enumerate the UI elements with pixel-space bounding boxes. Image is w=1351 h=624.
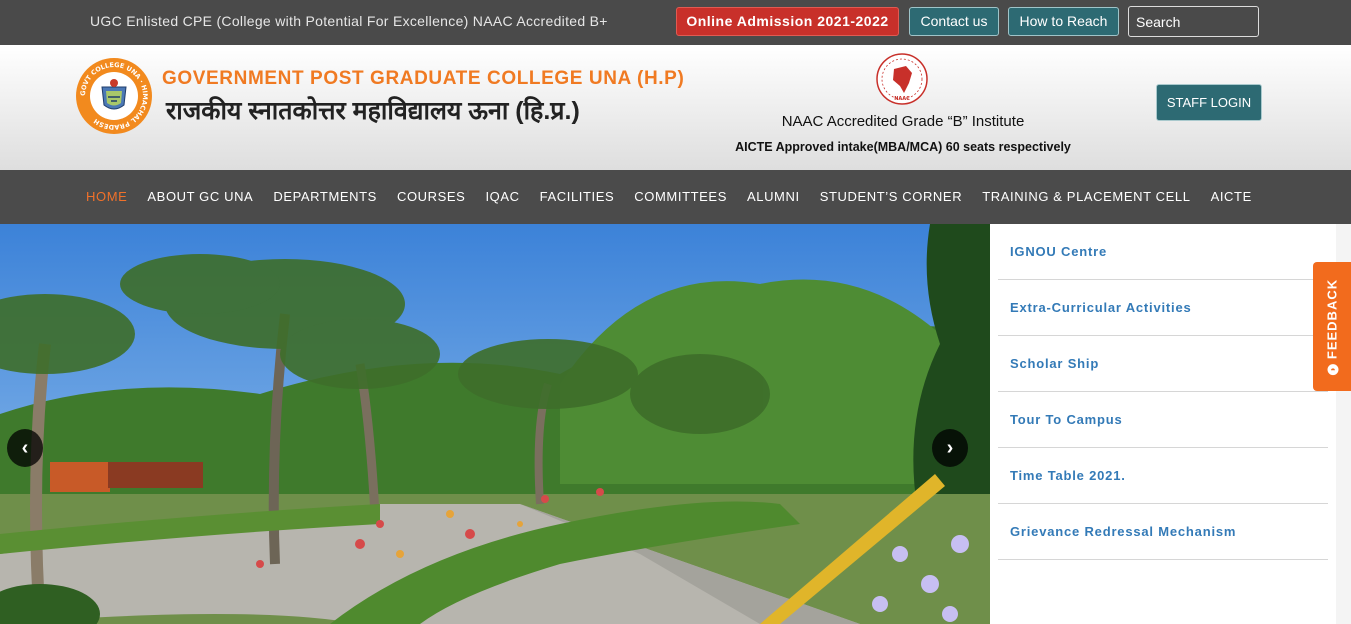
quick-link-scholarship[interactable]: Scholar Ship: [998, 336, 1328, 392]
circle-icon: ◑: [1327, 363, 1339, 375]
nav-item-alumni[interactable]: ALUMNI: [737, 170, 810, 224]
chevron-left-icon: ‹: [21, 437, 29, 459]
aicte-approval-text: AICTE Approved intake(MBA/MCA) 60 seats …: [735, 140, 1071, 154]
nav-item-home[interactable]: HOME: [76, 170, 137, 224]
search-input[interactable]: [1128, 6, 1259, 37]
nav-item-courses[interactable]: COURSES: [387, 170, 476, 224]
nav-item-facilities[interactable]: FACILITIES: [530, 170, 625, 224]
top-bar: UGC Enlisted CPE (College with Potential…: [0, 0, 1351, 45]
feedback-label: FEEDBACK: [1324, 278, 1340, 359]
quick-link-time-table[interactable]: Time Table 2021.: [998, 448, 1328, 504]
naac-accreditation-text: NAAC Accredited Grade “B” Institute: [781, 113, 1025, 130]
nav-item-committees[interactable]: COMMITTEES: [624, 170, 737, 224]
college-name-english: GOVERNMENT POST GRADUATE COLLEGE UNA (H.…: [162, 68, 685, 89]
site-header: GOVT COLLEGE UNA · HIMACHAL PRADESH GOVE…: [0, 45, 1351, 170]
quick-link-extra-curricular[interactable]: Extra-Curricular Activities: [998, 280, 1328, 336]
nav-item-departments[interactable]: DEPARTMENTS: [263, 170, 387, 224]
quick-link-grievance[interactable]: Grievance Redressal Mechanism: [998, 504, 1328, 560]
accreditation-tagline: UGC Enlisted CPE (College with Potential…: [90, 13, 608, 29]
naac-logo: NAAC: [876, 53, 928, 105]
nav-item-training-placement[interactable]: TRAINING & PLACEMENT CELL: [972, 170, 1200, 224]
online-admission-button[interactable]: Online Admission 2021-2022: [676, 7, 899, 36]
staff-login-button[interactable]: STAFF LOGIN: [1156, 84, 1262, 121]
nav-item-iqac[interactable]: IQAC: [475, 170, 529, 224]
how-to-reach-button[interactable]: How to Reach: [1008, 7, 1119, 36]
slider-prev-button[interactable]: ‹: [7, 429, 43, 467]
chevron-right-icon: ›: [946, 437, 954, 459]
feedback-tab[interactable]: ◑ FEEDBACK: [1313, 262, 1351, 391]
quick-link-ignou[interactable]: IGNOU Centre: [998, 224, 1328, 280]
campus-image-slider[interactable]: ‹ ›: [0, 224, 990, 624]
quick-links-panel: IGNOU Centre Extra-Curricular Activities…: [990, 224, 1336, 624]
nav-item-aicte[interactable]: AICTE: [1201, 170, 1262, 224]
college-logo[interactable]: GOVT COLLEGE UNA · HIMACHAL PRADESH: [75, 57, 153, 135]
main-nav: HOME ABOUT GC UNA DEPARTMENTS COURSES IQ…: [0, 170, 1351, 224]
slider-next-button[interactable]: ›: [932, 429, 968, 467]
nav-item-about[interactable]: ABOUT GC UNA: [137, 170, 263, 224]
campus-photo: [0, 224, 990, 624]
nav-item-students-corner[interactable]: STUDENT’S CORNER: [810, 170, 973, 224]
quick-link-campus-tour[interactable]: Tour To Campus: [998, 392, 1328, 448]
contact-us-button[interactable]: Contact us: [909, 7, 999, 36]
college-name-hindi: राजकीय स्नातकोत्तर महाविद्यालय ऊना (हि.प…: [166, 97, 580, 125]
naac-logo-text: NAAC: [894, 96, 910, 102]
